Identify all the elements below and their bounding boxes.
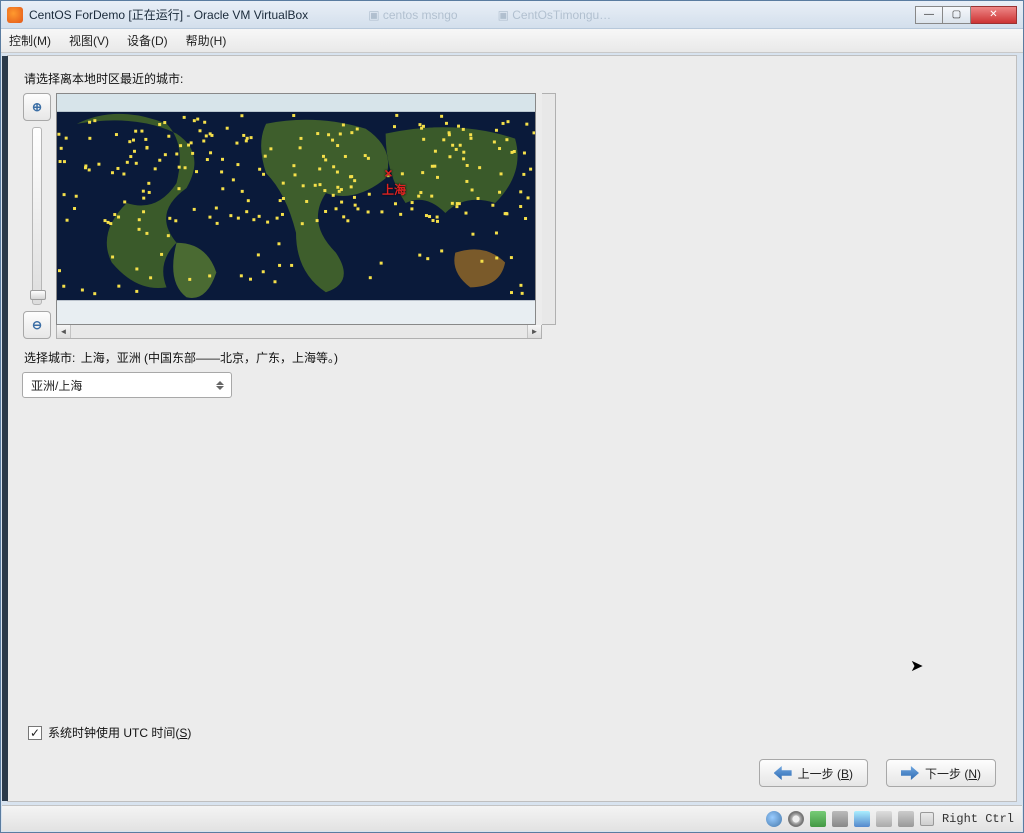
scroll-left-arrow-icon[interactable]: ◄ xyxy=(57,325,71,338)
host-key-icon xyxy=(920,812,934,826)
map-vertical-scrollbar[interactable] xyxy=(542,93,556,325)
window-titlebar[interactable]: CentOS ForDemo [正在运行] - Oracle VM Virtua… xyxy=(1,1,1023,29)
map-horizontal-scrollbar[interactable]: ◄ ► xyxy=(56,325,542,339)
arrow-left-icon xyxy=(774,766,792,780)
check-icon: ✓ xyxy=(30,726,40,740)
recording-icon[interactable] xyxy=(898,811,914,827)
zoom-out-button[interactable]: ⊖ xyxy=(23,311,51,339)
zoom-slider-thumb[interactable] xyxy=(30,290,46,300)
menu-devices[interactable]: 设备(D) xyxy=(127,32,168,49)
background-tabs: centos msngo CentOsTimongu… xyxy=(368,8,915,22)
optical-drive-icon[interactable] xyxy=(788,811,804,827)
world-map-svg xyxy=(57,94,535,324)
combobox-spinner-icon[interactable] xyxy=(213,381,227,390)
host-key-label: Right Ctrl xyxy=(942,812,1014,826)
utc-checkbox-row: ✓ 系统时钟使用 UTC 时间(S) xyxy=(28,724,191,741)
virtualbox-statusbar: Right Ctrl xyxy=(2,805,1022,831)
map-zoom-column: ⊕ ⊖ xyxy=(22,93,52,339)
back-button[interactable]: 上一步 (B) xyxy=(759,759,868,787)
arrow-right-icon xyxy=(901,766,919,780)
next-button[interactable]: 下一步 (N) xyxy=(886,759,996,787)
back-button-label: 上一步 (B) xyxy=(798,765,853,782)
next-button-label: 下一步 (N) xyxy=(925,765,981,782)
selected-city-label-text: 选择城市: xyxy=(24,351,75,365)
usb-icon[interactable] xyxy=(832,811,848,827)
zoom-out-icon: ⊖ xyxy=(32,318,42,332)
background-tab-1: centos msngo xyxy=(368,8,457,22)
close-button[interactable]: ✕ xyxy=(971,6,1017,24)
timezone-combobox-value: 亚洲/上海 xyxy=(31,377,213,394)
wizard-nav-buttons: 上一步 (B) 下一步 (N) xyxy=(759,759,996,787)
selected-city-value: 上海，亚洲 (中国东部——北京，广东，上海等。) xyxy=(81,351,338,365)
timezone-combobox[interactable]: 亚洲/上海 xyxy=(22,372,232,398)
zoom-slider[interactable] xyxy=(32,127,42,305)
timezone-map-area: ⊕ ⊖ xyxy=(22,93,542,339)
window-controls: — ▢ ✕ xyxy=(915,6,1017,24)
guest-left-edge xyxy=(2,56,8,801)
virtualbox-icon xyxy=(7,7,23,23)
menu-help[interactable]: 帮助(H) xyxy=(186,32,227,49)
utc-label[interactable]: 系统时钟使用 UTC 时间(S) xyxy=(48,724,191,741)
background-tab-2: CentOsTimongu… xyxy=(498,8,612,22)
virtualbox-window: CentOS ForDemo [正在运行] - Oracle VM Virtua… xyxy=(0,0,1024,833)
hard-disk-icon[interactable] xyxy=(766,811,782,827)
selected-city-marker: × xyxy=(384,165,392,181)
network-icon[interactable] xyxy=(810,811,826,827)
selected-city-line: 选择城市: 上海，亚洲 (中国东部——北京，广东，上海等。) xyxy=(24,349,1002,366)
display-icon[interactable] xyxy=(876,811,892,827)
zoom-in-button[interactable]: ⊕ xyxy=(23,93,51,121)
menu-control[interactable]: 控制(M) xyxy=(9,32,51,49)
timezone-prompt: 请选择离本地时区最近的城市: xyxy=(24,70,1002,87)
menu-view[interactable]: 视图(V) xyxy=(69,32,109,49)
world-map[interactable]: × 上海 xyxy=(56,93,536,325)
virtualbox-menubar: 控制(M) 视图(V) 设备(D) 帮助(H) xyxy=(1,29,1023,53)
window-title: CentOS ForDemo [正在运行] - Oracle VM Virtua… xyxy=(29,6,308,23)
zoom-in-icon: ⊕ xyxy=(32,100,42,114)
scroll-right-arrow-icon[interactable]: ► xyxy=(527,325,541,338)
minimize-button[interactable]: — xyxy=(915,6,943,24)
selected-city-label: 上海 xyxy=(382,181,406,198)
maximize-button[interactable]: ▢ xyxy=(943,6,971,24)
guest-screen: 请选择离本地时区最近的城市: ⊕ ⊖ xyxy=(7,55,1017,802)
shared-folders-icon[interactable] xyxy=(854,811,870,827)
utc-checkbox[interactable]: ✓ xyxy=(28,726,42,740)
